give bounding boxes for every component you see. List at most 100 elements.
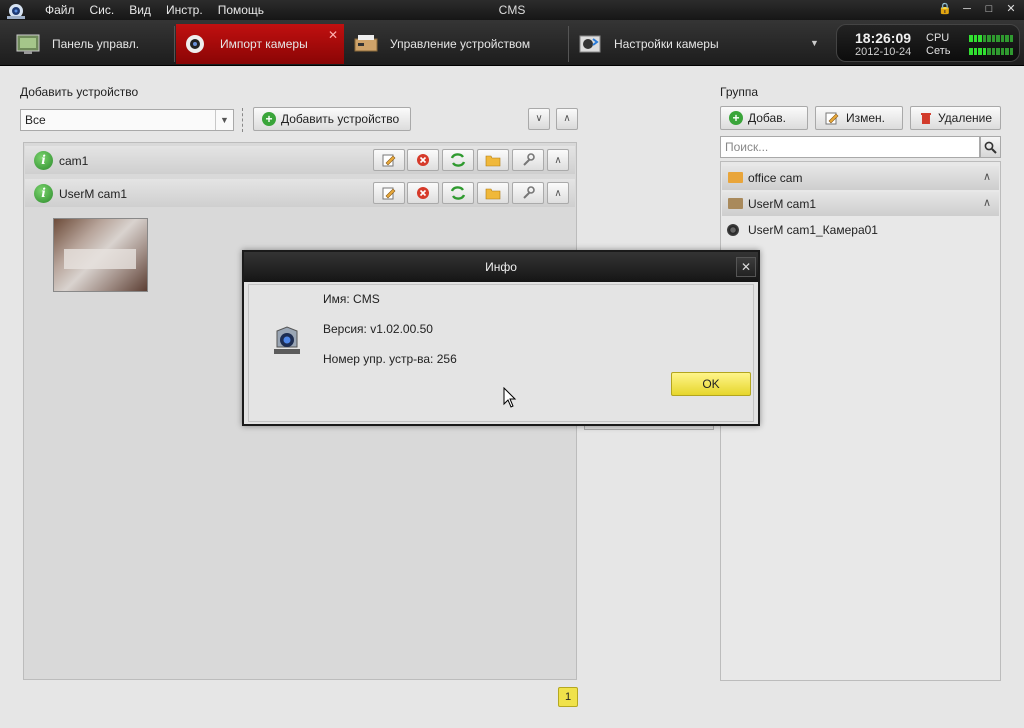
edit-group-button[interactable]: Измен. bbox=[815, 106, 903, 130]
group-tree-panel: office cam ∧ UserM cam1 ∧ UserM cam1_Кам… bbox=[720, 161, 1001, 681]
collapse-row-icon[interactable]: ∧ bbox=[547, 149, 569, 171]
collapse-row-icon[interactable]: ∧ bbox=[547, 182, 569, 204]
camera-settings-icon bbox=[579, 35, 601, 53]
tab-camera-import[interactable]: Импорт камеры ✕ bbox=[176, 24, 344, 64]
camera-icon bbox=[727, 224, 739, 236]
device-row[interactable]: i UserM cam1 ∧ bbox=[25, 179, 575, 207]
folder-icon bbox=[728, 198, 743, 209]
collapse-all-icon[interactable]: ∧ bbox=[556, 108, 578, 130]
camera-import-icon bbox=[186, 35, 204, 53]
chevron-down-icon[interactable]: ▼ bbox=[215, 110, 233, 130]
add-group-label: Добав. bbox=[748, 111, 786, 125]
refresh-icon bbox=[450, 186, 466, 200]
delete-group-button[interactable]: Удаление bbox=[910, 106, 1001, 130]
device-count-text: Номер упр. устр-ва: 256 bbox=[323, 352, 457, 366]
mouse-cursor-icon bbox=[503, 387, 517, 408]
info-dialog: Инфо ✕ Имя: CMS Версия: v1.02.00.50 Номе… bbox=[242, 250, 760, 426]
clock-time: 18:26:09 bbox=[855, 30, 912, 46]
title-bar: Файл Сис. Вид Инстр. Помощь CMS 🔒 ─ □ ✕ bbox=[0, 0, 1024, 20]
edit-group-label: Измен. bbox=[846, 111, 886, 125]
app-logo-icon bbox=[7, 4, 25, 19]
add-device-section-label: Добавить устройство bbox=[20, 85, 139, 99]
expand-all-icon[interactable]: ∨ bbox=[528, 108, 550, 130]
cpu-meter bbox=[969, 35, 1013, 42]
menu-view[interactable]: Вид bbox=[129, 3, 151, 17]
group-row[interactable]: office cam ∧ bbox=[722, 166, 999, 190]
edit-icon bbox=[382, 187, 396, 200]
ok-button[interactable]: OK bbox=[671, 372, 751, 396]
camera-thumbnail[interactable] bbox=[53, 218, 148, 292]
delete-icon bbox=[417, 187, 429, 199]
menu-system[interactable]: Сис. bbox=[90, 3, 115, 17]
tab-overflow-dropdown-icon[interactable]: ▼ bbox=[810, 38, 819, 48]
dialog-close-button[interactable]: ✕ bbox=[736, 257, 756, 277]
tab-camera-settings[interactable]: Настройки камеры bbox=[576, 24, 766, 64]
delete-group-label: Удаление bbox=[937, 111, 992, 125]
device-management-icon bbox=[354, 35, 378, 52]
network-label: Сеть bbox=[926, 45, 951, 57]
collapse-group-icon[interactable]: ∧ bbox=[983, 196, 991, 209]
camera-name: UserM cam1_Камера01 bbox=[748, 223, 878, 237]
tab-bar: Панель управл. Импорт камеры ✕ Управлени… bbox=[0, 20, 1024, 66]
tab-control-panel[interactable]: Панель управл. bbox=[14, 24, 172, 64]
refresh-icon bbox=[450, 153, 466, 167]
page-number-button[interactable]: 1 bbox=[558, 687, 578, 707]
device-filter-select[interactable]: Все ▼ bbox=[20, 109, 234, 131]
dialog-body: Имя: CMS Версия: v1.02.00.50 Номер упр. … bbox=[248, 284, 754, 422]
close-window-button[interactable]: ✕ bbox=[1002, 2, 1020, 17]
menu-help[interactable]: Помощь bbox=[218, 3, 264, 17]
edit-device-button[interactable] bbox=[373, 149, 405, 171]
group-section-label: Группа bbox=[720, 85, 759, 99]
cpu-label: CPU bbox=[926, 32, 950, 44]
tab-label: Панель управл. bbox=[52, 37, 140, 51]
toolbar-divider bbox=[242, 108, 243, 132]
add-group-button[interactable]: + Добав. bbox=[720, 106, 808, 130]
edit-device-button[interactable] bbox=[373, 182, 405, 204]
plus-icon: + bbox=[729, 111, 743, 125]
group-row[interactable]: UserM cam1 ∧ bbox=[722, 192, 999, 216]
trash-icon bbox=[920, 113, 931, 124]
lock-icon[interactable]: 🔒 bbox=[936, 2, 954, 17]
edit-icon bbox=[825, 112, 839, 125]
device-name: UserM cam1 bbox=[59, 187, 128, 201]
group-name: office cam bbox=[748, 171, 803, 185]
collapse-group-icon[interactable]: ∧ bbox=[983, 170, 991, 183]
tab-label: Настройки камеры bbox=[614, 37, 719, 51]
add-device-label: Добавить устройство bbox=[281, 112, 400, 126]
folder-icon bbox=[485, 155, 501, 166]
delete-device-button[interactable] bbox=[407, 182, 439, 204]
remote-config-button[interactable] bbox=[512, 182, 544, 204]
open-folder-button[interactable] bbox=[477, 149, 509, 171]
control-panel-icon bbox=[16, 34, 40, 54]
info-icon[interactable]: i bbox=[34, 184, 53, 203]
window-controls: 🔒 ─ □ ✕ bbox=[936, 2, 1020, 17]
version-text: Версия: v1.02.00.50 bbox=[323, 322, 433, 336]
group-search-input[interactable] bbox=[720, 136, 980, 158]
device-filter-value: Все bbox=[25, 113, 46, 127]
device-name: cam1 bbox=[59, 154, 89, 168]
network-meter bbox=[969, 48, 1013, 55]
delete-icon bbox=[417, 154, 429, 166]
wrench-icon bbox=[523, 186, 535, 199]
delete-device-button[interactable] bbox=[407, 149, 439, 171]
camera-list-item[interactable]: UserM cam1_Камера01 bbox=[722, 219, 999, 241]
search-icon[interactable] bbox=[980, 136, 1001, 158]
device-row[interactable]: i cam1 ∧ bbox=[25, 146, 575, 174]
menu-file[interactable]: Файл bbox=[45, 3, 75, 17]
info-icon[interactable]: i bbox=[34, 151, 53, 170]
maximize-button[interactable]: □ bbox=[980, 2, 998, 17]
folder-icon bbox=[485, 188, 501, 199]
status-widget: 18:26:09 2012-10-24 CPU Сеть bbox=[836, 24, 1020, 62]
app-name-text: Имя: CMS bbox=[323, 292, 380, 306]
remote-config-button[interactable] bbox=[512, 149, 544, 171]
menu-tools[interactable]: Инстр. bbox=[166, 3, 203, 17]
plus-icon: + bbox=[262, 112, 276, 126]
refresh-device-button[interactable] bbox=[442, 149, 474, 171]
tab-divider bbox=[174, 26, 175, 62]
close-tab-icon[interactable]: ✕ bbox=[328, 28, 338, 42]
tab-device-management[interactable]: Управление устройством bbox=[352, 24, 564, 64]
refresh-device-button[interactable] bbox=[442, 182, 474, 204]
open-folder-button[interactable] bbox=[477, 182, 509, 204]
add-device-button[interactable]: + Добавить устройство bbox=[253, 107, 411, 131]
minimize-button[interactable]: ─ bbox=[958, 2, 976, 17]
